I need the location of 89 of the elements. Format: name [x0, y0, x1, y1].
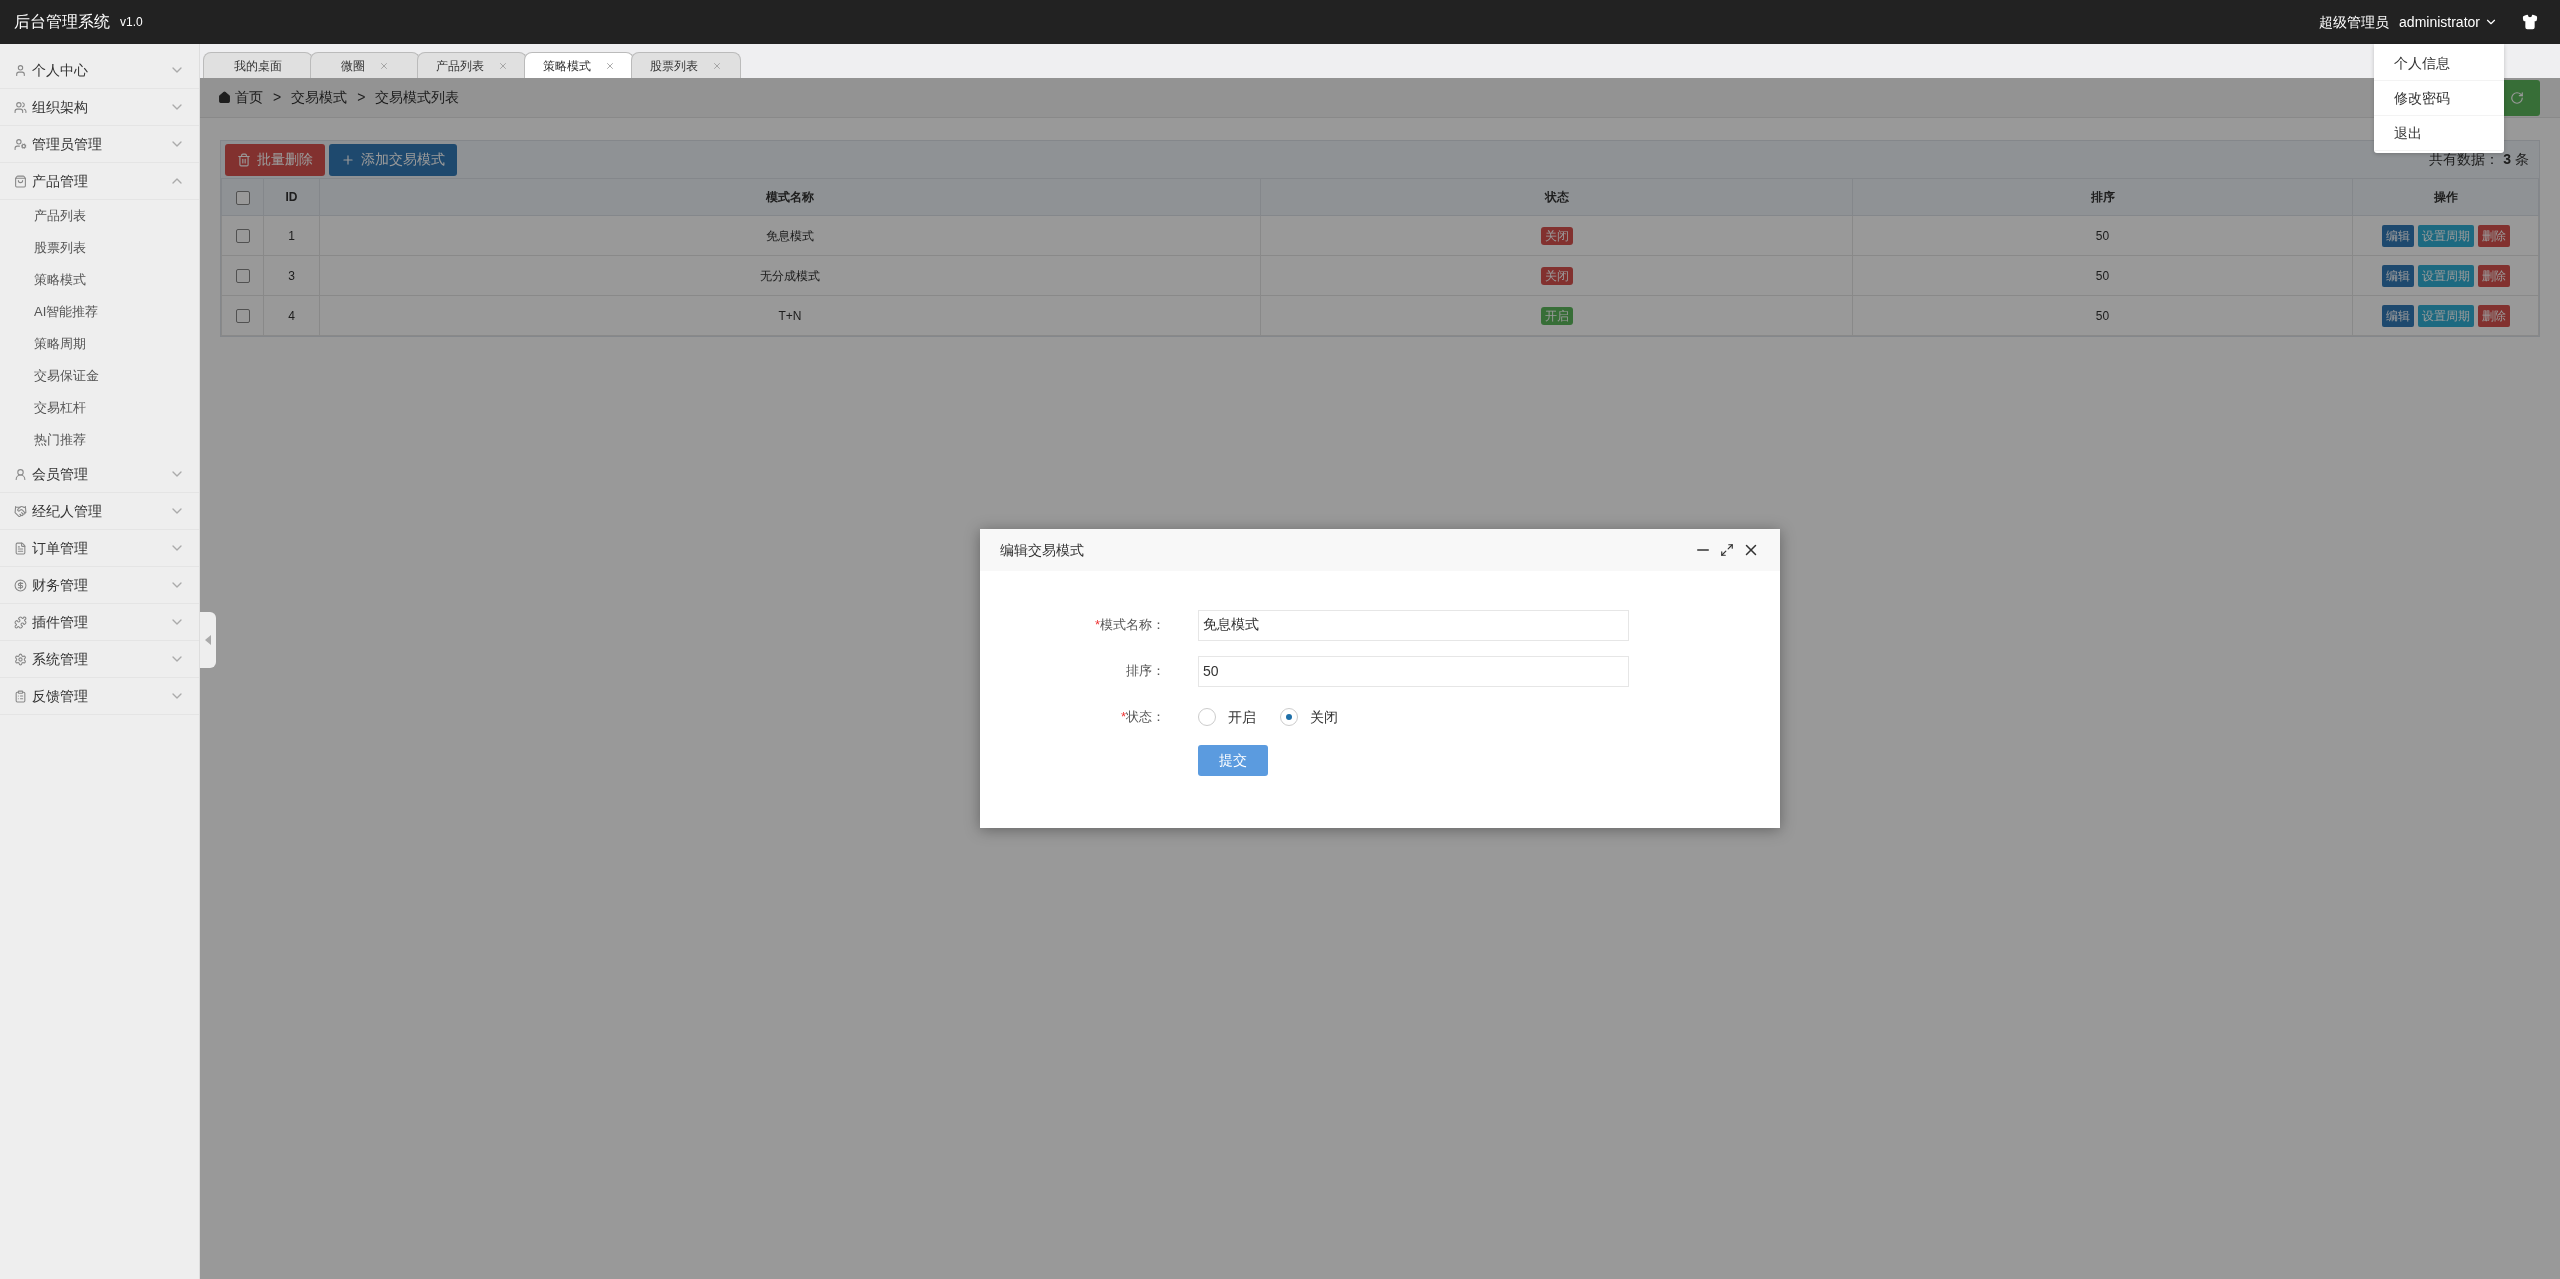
sidebar-item[interactable]: 财务管理 — [0, 567, 199, 604]
sidebar-item[interactable]: 会员管理 — [0, 456, 199, 493]
field-label: *模式名称： — [1094, 617, 1165, 633]
radio-button[interactable] — [1198, 708, 1216, 726]
breadcrumb-link[interactable]: 交易模式 — [291, 87, 348, 108]
sidebar-item[interactable]: 个人中心 — [0, 52, 199, 89]
field-label: 排序： — [1126, 663, 1165, 679]
edit-button[interactable]: 编辑 — [2381, 224, 2414, 247]
handshake-icon — [14, 504, 27, 518]
header-checkbox[interactable] — [235, 190, 250, 205]
row-checkbox[interactable] — [235, 229, 250, 244]
radio-option[interactable]: 关闭 — [1280, 706, 1338, 728]
sidebar-subitem[interactable]: 交易杠杆 — [0, 392, 199, 424]
sidebar-subitem[interactable]: 策略模式 — [0, 264, 199, 296]
column-header: ID — [263, 178, 320, 216]
sidebar-item[interactable]: 经纪人管理 — [0, 493, 199, 530]
breadcrumb-link[interactable]: 交易模式列表 — [375, 87, 460, 108]
field-label: *状态： — [1120, 709, 1165, 725]
table-cell: 无分成模式 — [319, 255, 1261, 296]
table-cell: T+N — [319, 295, 1261, 336]
user-icon — [14, 63, 27, 77]
sidebar-subitem[interactable]: 策略周期 — [0, 328, 199, 360]
breadcrumb-link[interactable]: 首页 — [235, 87, 263, 108]
sidebar-item[interactable]: 管理员管理 — [0, 126, 199, 163]
status-badge: 关闭 — [1540, 266, 1573, 285]
home-icon — [218, 91, 231, 104]
maximize-icon[interactable] — [1720, 543, 1734, 557]
status-badge: 关闭 — [1540, 226, 1573, 245]
sidebar-subitem[interactable]: 交易保证金 — [0, 360, 199, 392]
table-cell: 50 — [1852, 255, 2353, 296]
tab[interactable]: 我的桌面 — [203, 52, 313, 78]
row-checkbox[interactable] — [235, 309, 250, 324]
sidebar-item[interactable]: 产品管理 — [0, 163, 199, 200]
bag-icon — [14, 174, 27, 188]
menu-item[interactable]: 退出 — [2374, 116, 2504, 151]
breadcrumb-separator: > — [357, 88, 366, 107]
puzzle-icon — [14, 615, 27, 629]
status-badge: 开启 — [1540, 306, 1573, 325]
radio-button[interactable] — [1280, 708, 1298, 726]
table-cell: 50 — [1852, 215, 2353, 256]
table-cell: 50 — [1852, 295, 2353, 336]
sidebar-item[interactable]: 插件管理 — [0, 604, 199, 641]
menu-item[interactable]: 修改密码 — [2374, 81, 2504, 116]
radio-option[interactable]: 开启 — [1198, 706, 1256, 728]
user-role: 超级管理员 — [2319, 12, 2390, 32]
total-count: 共有数据： 3 条 — [2429, 150, 2529, 169]
tab[interactable]: 股票列表 — [631, 52, 741, 78]
column-header: 状态 — [1260, 178, 1853, 216]
column-header: 操作 — [2352, 178, 2539, 216]
trash-icon — [237, 152, 251, 167]
breadcrumb-separator: > — [273, 88, 282, 107]
clipboard-icon — [14, 689, 27, 703]
coin-icon — [14, 578, 27, 592]
edit-button[interactable]: 编辑 — [2381, 264, 2414, 287]
dialog-title: 编辑交易模式 — [1000, 540, 1084, 560]
settings-icon — [14, 652, 27, 666]
plus-icon — [341, 152, 355, 167]
row-checkbox[interactable] — [235, 269, 250, 284]
tab[interactable]: 微圈 — [310, 52, 420, 78]
user-menu-button[interactable]: administrator — [2399, 11, 2498, 33]
refresh-icon — [2510, 91, 2524, 105]
sidebar-item[interactable]: 系统管理 — [0, 641, 199, 678]
text-field[interactable]: 50 — [1198, 655, 1629, 687]
table-cell: 1 — [263, 215, 320, 256]
sidebar-item[interactable]: 订单管理 — [0, 530, 199, 567]
tab[interactable]: 策略模式 — [524, 52, 634, 78]
app-title: 后台管理系统 — [14, 12, 110, 32]
user-icon — [14, 467, 27, 481]
edit-button[interactable]: 编辑 — [2381, 304, 2414, 327]
version-label: v1.0 — [120, 14, 143, 31]
text-field[interactable]: 免息模式 — [1198, 609, 1629, 641]
column-header: 模式名称 — [319, 178, 1261, 216]
sidebar-subitem[interactable]: 股票列表 — [0, 232, 199, 264]
sidebar-item[interactable]: 组织架构 — [0, 89, 199, 126]
sidebar-subitem[interactable]: 产品列表 — [0, 200, 199, 232]
table-cell: 免息模式 — [319, 215, 1261, 256]
shirt-icon[interactable] — [2522, 14, 2538, 30]
table-cell: 3 — [263, 255, 320, 296]
tab[interactable]: 产品列表 — [417, 52, 527, 78]
sidebar-subitem[interactable]: AI智能推荐 — [0, 296, 199, 328]
collapse-handle[interactable] — [200, 612, 216, 668]
column-header: 排序 — [1852, 178, 2353, 216]
document-icon — [14, 541, 27, 555]
menu-item[interactable]: 个人信息 — [2374, 46, 2504, 81]
sidebar-item[interactable]: 反馈管理 — [0, 678, 199, 715]
user-gear-icon — [14, 137, 27, 151]
sidebar-subitem[interactable]: 热门推荐 — [0, 424, 199, 456]
table-cell: 4 — [263, 295, 320, 336]
users-icon — [14, 100, 27, 114]
